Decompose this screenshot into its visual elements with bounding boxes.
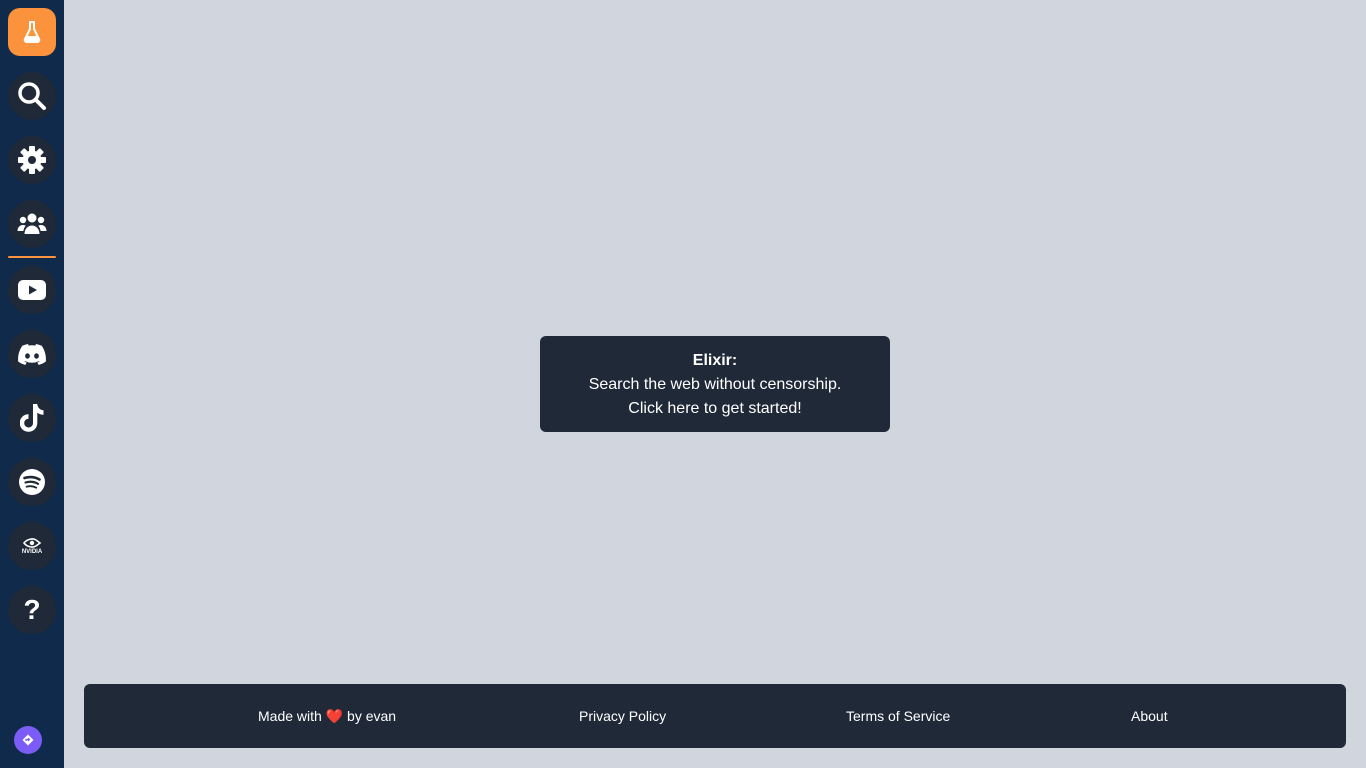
search-button[interactable] [8,72,56,120]
help-icon: ? [23,594,41,625]
privacy-policy-link[interactable]: Privacy Policy [579,707,666,725]
sidebar-divider [8,256,56,258]
discord-button[interactable] [8,330,56,378]
search-icon [18,82,46,110]
spotify-icon [19,469,45,495]
footer: Made with ❤️ by evan Privacy Policy Term… [84,684,1346,748]
help-button[interactable]: ? [8,586,56,634]
youtube-button[interactable] [8,266,56,314]
footer-credit-prefix: Made with [258,708,322,724]
terms-of-service-link[interactable]: Terms of Service [846,707,950,725]
nvidia-button[interactable]: NVIDIA [8,522,56,570]
footer-credit-suffix: by evan [347,708,397,724]
tiktok-icon [20,404,44,432]
users-icon [17,213,47,234]
card-line-1: Search the web without censorship. [588,376,842,393]
tiktok-button[interactable] [8,394,56,442]
sidebar: NVIDIA ? [0,0,64,768]
settings-button[interactable] [8,136,56,184]
about-link[interactable]: About [1131,707,1168,725]
nvidia-icon: NVIDIA [22,537,42,555]
get-started-card[interactable]: Elixir: Search the web without censorshi… [540,336,890,432]
gear-icon [18,146,46,174]
nvidia-label: NVIDIA [21,549,43,555]
community-button[interactable] [8,200,56,248]
footer-credit: Made with ❤️ by evan [258,707,396,725]
diamond-button[interactable] [14,726,42,754]
spotify-button[interactable] [8,458,56,506]
heart-icon: ❤️ [325,708,344,724]
home-button[interactable] [8,8,56,56]
diamond-arrow-icon [22,734,34,746]
youtube-icon [18,280,46,300]
card-title: Elixir: [692,352,738,369]
flask-icon [23,21,41,43]
card-line-2: Click here to get started! [628,400,802,417]
discord-icon [18,343,46,365]
